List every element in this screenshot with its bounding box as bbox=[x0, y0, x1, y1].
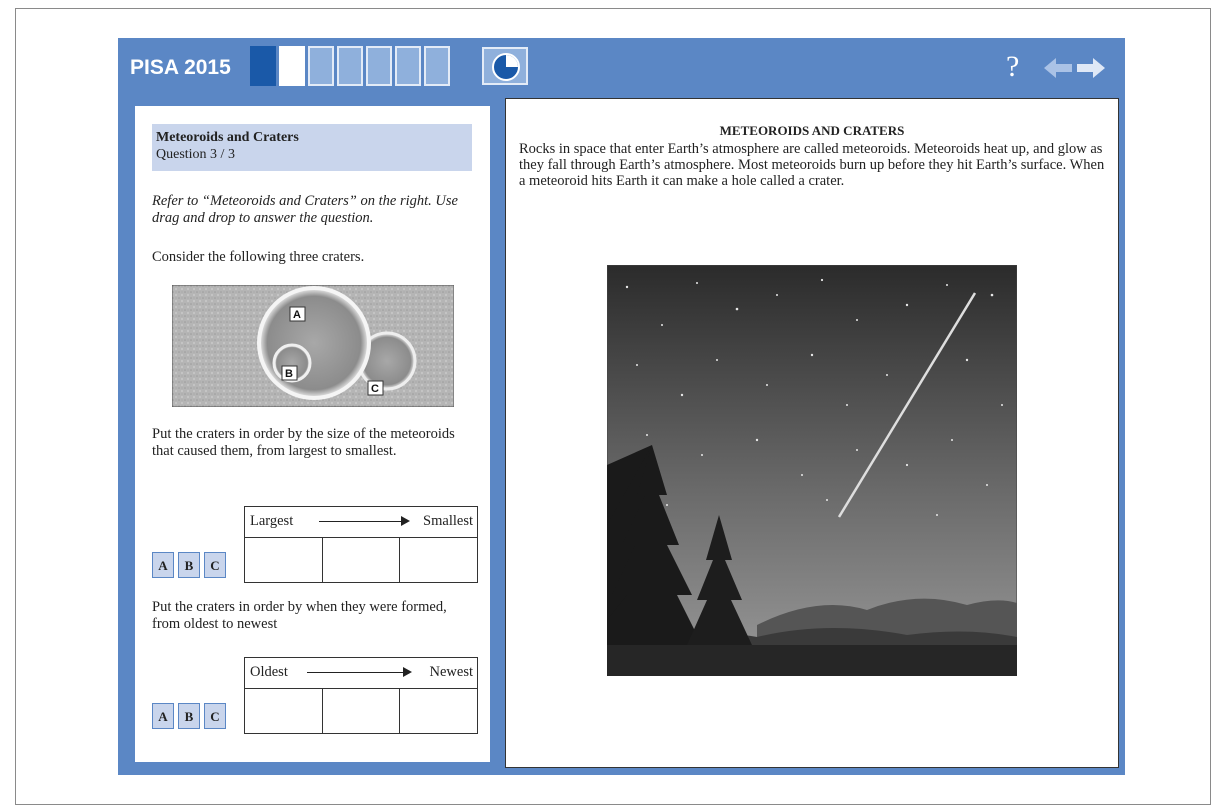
progress-segment-7[interactable] bbox=[424, 46, 450, 86]
question-number: Question 3 / 3 bbox=[156, 147, 235, 162]
arrow-right-icon bbox=[307, 667, 412, 677]
smallest-label: Smallest bbox=[423, 513, 473, 529]
size-order-prompt: Put the craters in order by the size of … bbox=[152, 426, 455, 459]
size-drop-slot-1[interactable] bbox=[245, 538, 323, 582]
stimulus-title: METEOROIDS AND CRATERS bbox=[719, 123, 905, 138]
crater-label-b: B bbox=[285, 368, 293, 380]
age-drop-slot-3[interactable] bbox=[400, 689, 477, 733]
progress-segment-2[interactable] bbox=[279, 46, 305, 86]
meteor-night-sky-image bbox=[607, 265, 1017, 676]
age-chip-b[interactable]: B bbox=[178, 703, 200, 729]
stimulus-panel: METEOROIDS AND CRATERS Rocks in space th… bbox=[505, 98, 1119, 768]
progress-segment-1[interactable] bbox=[250, 46, 276, 86]
progress-bar bbox=[250, 46, 450, 88]
age-order-table: Oldest Newest bbox=[244, 657, 478, 734]
craters-image: A B C bbox=[172, 285, 454, 407]
question-header: Meteoroids and Craters Question 3 / 3 bbox=[152, 124, 472, 171]
progress-segment-5[interactable] bbox=[366, 46, 392, 86]
size-drop-slot-2[interactable] bbox=[323, 538, 401, 582]
oldest-label: Oldest bbox=[250, 664, 288, 680]
crater-label-a: A bbox=[293, 309, 301, 321]
age-chip-group: A B C bbox=[152, 703, 226, 729]
size-chip-c[interactable]: C bbox=[204, 552, 226, 578]
app-title: PISA 2015 bbox=[130, 56, 231, 79]
size-order-header: Largest Smallest bbox=[245, 507, 477, 538]
age-order-header: Oldest Newest bbox=[245, 658, 477, 689]
newest-label: Newest bbox=[429, 664, 474, 680]
question-panel: Meteoroids and Craters Question 3 / 3 Re… bbox=[135, 106, 490, 762]
consider-text: Consider the following three craters. bbox=[152, 249, 365, 265]
size-drop-slot-3[interactable] bbox=[400, 538, 477, 582]
clock-icon bbox=[492, 53, 520, 81]
question-title: Meteoroids and Craters bbox=[156, 130, 299, 145]
age-order-prompt: Put the craters in order by when they we… bbox=[152, 599, 447, 632]
pisa-app-window: PISA 2015 ? Meteoroids and Craters Quest… bbox=[118, 38, 1125, 775]
size-order-table: Largest Smallest bbox=[244, 506, 478, 583]
help-icon[interactable]: ? bbox=[1006, 50, 1019, 84]
age-drop-slot-1[interactable] bbox=[245, 689, 323, 733]
arrow-left-icon[interactable] bbox=[1042, 56, 1076, 80]
timer-button[interactable] bbox=[482, 47, 528, 85]
progress-segment-4[interactable] bbox=[337, 46, 363, 86]
header-bar: PISA 2015 ? bbox=[118, 38, 1125, 98]
size-chip-a[interactable]: A bbox=[152, 552, 174, 578]
progress-segment-3[interactable] bbox=[308, 46, 334, 86]
size-chip-group: A B C bbox=[152, 552, 226, 578]
stimulus-text: Rocks in space that enter Earth’s atmosp… bbox=[519, 141, 1105, 189]
question-instructions: Refer to “Meteoroids and Craters” on the… bbox=[152, 193, 458, 226]
progress-segment-6[interactable] bbox=[395, 46, 421, 86]
largest-label: Largest bbox=[250, 513, 294, 529]
age-drop-slot-2[interactable] bbox=[323, 689, 401, 733]
age-chip-c[interactable]: C bbox=[204, 703, 226, 729]
size-chip-b[interactable]: B bbox=[178, 552, 200, 578]
age-chip-a[interactable]: A bbox=[152, 703, 174, 729]
crater-label-c: C bbox=[371, 383, 379, 395]
arrow-right-icon bbox=[319, 516, 410, 526]
arrow-right-icon[interactable] bbox=[1073, 56, 1107, 80]
